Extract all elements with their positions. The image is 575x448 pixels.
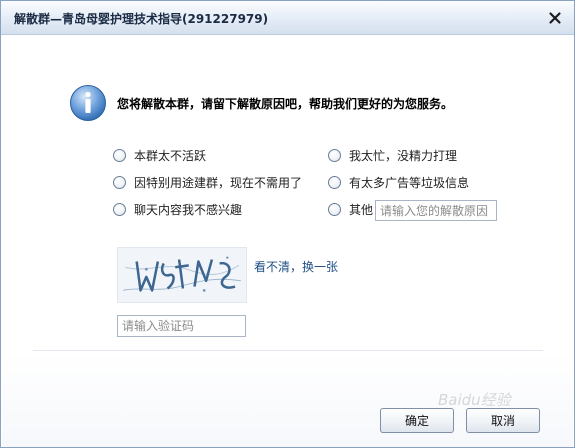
reason-label: 聊天内容我不感兴趣 — [134, 202, 243, 217]
radio-button[interactable] — [328, 175, 341, 189]
close-icon[interactable] — [545, 8, 565, 28]
disband-group-dialog: 解散群—青岛母婴护理技术指导(291227979) 您将解散本群，请留下解散原因… — [0, 0, 575, 448]
reason-not-interested[interactable]: 聊天内容我不感兴趣 — [113, 200, 242, 218]
reason-label: 其他 — [349, 202, 374, 217]
disband-prompt: 您将解散本群，请留下解散原因吧，帮助我们更好的为您服务。 — [117, 97, 454, 111]
reason-other[interactable]: 其他 — [328, 200, 373, 218]
footer-divider — [33, 350, 543, 351]
radio-button[interactable] — [113, 175, 126, 189]
radio-button[interactable] — [113, 202, 126, 216]
confirm-button[interactable]: 确定 — [380, 408, 454, 433]
cancel-button[interactable]: 取消 — [466, 408, 540, 433]
reason-spam[interactable]: 有太多广告等垃圾信息 — [328, 173, 469, 191]
reason-no-longer-needed[interactable]: 因特别用途建群，现在不需用了 — [113, 173, 302, 191]
reason-label: 本群太不活跃 — [134, 148, 207, 163]
reason-too-busy[interactable]: 我太忙，没精力打理 — [328, 146, 457, 164]
other-reason-input[interactable] — [375, 200, 497, 221]
captcha-input[interactable] — [117, 315, 246, 337]
reason-label: 因特别用途建群，现在不需用了 — [134, 175, 303, 190]
reason-label: 有太多广告等垃圾信息 — [349, 175, 470, 190]
dialog-title: 解散群—青岛母婴护理技术指导(291227979) — [14, 12, 269, 26]
refresh-captcha-link[interactable]: 看不清，换一张 — [254, 258, 338, 275]
reason-inactive[interactable]: 本群太不活跃 — [113, 146, 206, 164]
reason-label: 我太忙，没精力打理 — [349, 148, 458, 163]
captcha-image[interactable] — [117, 247, 247, 303]
info-icon — [70, 85, 106, 121]
radio-button[interactable] — [328, 148, 341, 162]
title-bar[interactable]: 解散群—青岛母婴护理技术指导(291227979) — [1, 1, 574, 35]
radio-button[interactable] — [328, 202, 341, 216]
radio-button[interactable] — [113, 148, 126, 162]
